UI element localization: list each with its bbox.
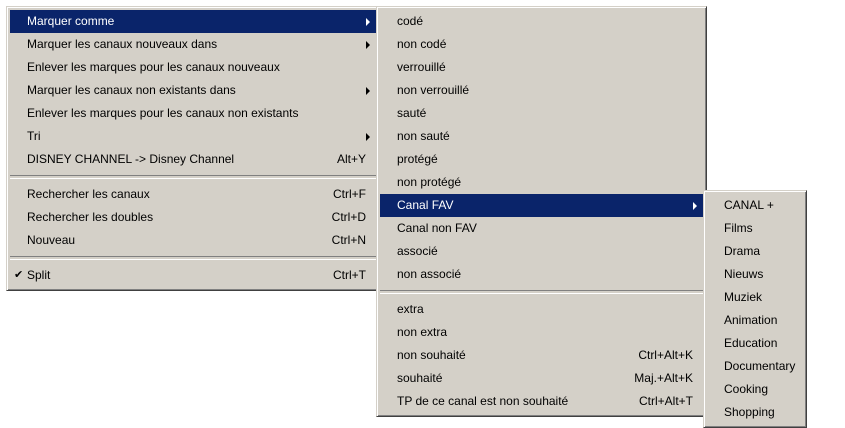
submenu-arrow-icon <box>366 87 370 95</box>
menu-item-label: Split <box>27 268 51 282</box>
submenu-marquer-comme: codé non codé verrouillé non verrouillé … <box>376 6 707 417</box>
menu-item-nouveau[interactable]: Nouveau Ctrl+N <box>10 229 376 252</box>
submenu-canal-fav: CANAL + Films Drama Nieuws Muziek Animat… <box>703 190 807 428</box>
menu-item-non-associe[interactable]: non associé <box>380 263 703 286</box>
submenu-arrow-icon <box>366 41 370 49</box>
menu-item-label: Documentary <box>724 359 796 373</box>
menu-item-fav-drama[interactable]: Drama <box>707 240 803 263</box>
menu-item-fav-films[interactable]: Films <box>707 217 803 240</box>
menu-item-shortcut: Ctrl+Alt+K <box>638 348 693 362</box>
submenu-arrow-icon <box>693 202 697 210</box>
menu-item-label: non protégé <box>397 175 462 189</box>
menu-item-label: Tri <box>27 129 41 143</box>
menu-item-label: Marquer les canaux nouveaux dans <box>27 37 218 51</box>
menu-item-label: Nieuws <box>724 267 764 281</box>
menu-item-marquer-non-existants[interactable]: Marquer les canaux non existants dans <box>10 79 376 102</box>
menu-item-label: Nouveau <box>27 233 76 247</box>
menu-item-canal-fav[interactable]: Canal FAV <box>380 194 703 217</box>
menu-item-shortcut: Ctrl+T <box>333 268 366 282</box>
menu-item-shortcut: Ctrl+Alt+T <box>638 394 693 408</box>
menu-item-fav-nieuws[interactable]: Nieuws <box>707 263 803 286</box>
menu-separator <box>10 256 376 260</box>
menu-item-extra[interactable]: extra <box>380 298 703 321</box>
menu-item-souhaite[interactable]: souhaité Maj.+Alt+K <box>380 367 703 390</box>
menu-item-label: Muziek <box>724 290 763 304</box>
submenu-arrow-icon <box>366 18 370 26</box>
menu-item-label: Rechercher les doubles <box>27 210 154 224</box>
menu-item-label: non extra <box>397 325 448 339</box>
menu-item-associe[interactable]: associé <box>380 240 703 263</box>
menu-item-label: Animation <box>724 313 778 327</box>
menu-item-code[interactable]: codé <box>380 10 703 33</box>
menu-item-shortcut: Alt+Y <box>336 152 366 166</box>
menu-item-label: Cooking <box>724 382 769 396</box>
menu-item-rechercher-doubles[interactable]: Rechercher les doubles Ctrl+D <box>10 206 376 229</box>
menu-item-label: Enlever les marques pour les canaux nouv… <box>27 60 280 74</box>
checkmark-icon: ✔ <box>14 269 24 281</box>
menu-item-non-saute[interactable]: non sauté <box>380 125 703 148</box>
menu-item-label: extra <box>397 302 424 316</box>
context-menu: Marquer comme Marquer les canaux nouveau… <box>6 6 380 291</box>
menu-item-label: Drama <box>724 244 761 258</box>
menu-item-label: verrouillé <box>397 60 446 74</box>
menu-item-protege[interactable]: protégé <box>380 148 703 171</box>
menu-item-label: protégé <box>397 152 438 166</box>
menu-item-marquer-comme[interactable]: Marquer comme <box>10 10 376 33</box>
menu-item-saute[interactable]: sauté <box>380 102 703 125</box>
menu-item-label: DISNEY CHANNEL -> Disney Channel <box>27 152 235 166</box>
menu-item-fav-muziek[interactable]: Muziek <box>707 286 803 309</box>
menu-item-label: Enlever les marques pour les canaux non … <box>27 106 299 120</box>
menu-item-fav-canal-plus[interactable]: CANAL + <box>707 194 803 217</box>
menu-item-label: non sauté <box>397 129 450 143</box>
menu-item-label: Films <box>724 221 753 235</box>
menu-item-label: associé <box>397 244 438 258</box>
menu-item-label: codé <box>397 14 424 28</box>
menu-item-shortcut: Ctrl+F <box>333 187 366 201</box>
menu-item-tri[interactable]: Tri <box>10 125 376 148</box>
menu-item-tp-non-souhaite[interactable]: TP de ce canal est non souhaité Ctrl+Alt… <box>380 390 703 413</box>
menu-item-label: non souhaité <box>397 348 466 362</box>
menu-separator <box>10 175 376 179</box>
menu-item-non-code[interactable]: non codé <box>380 33 703 56</box>
menu-item-fav-animation[interactable]: Animation <box>707 309 803 332</box>
menu-item-label: Shopping <box>724 405 775 419</box>
menu-item-fav-education[interactable]: Education <box>707 332 803 355</box>
menu-item-label: Marquer comme <box>27 14 115 28</box>
menu-item-label: CANAL + <box>724 198 774 212</box>
menu-item-label: non codé <box>397 37 447 51</box>
menu-item-label: souhaité <box>397 371 443 385</box>
menu-item-label: TP de ce canal est non souhaité <box>397 394 569 408</box>
menu-item-label: non associé <box>397 267 462 281</box>
menu-item-shortcut: Ctrl+D <box>331 210 366 224</box>
menu-item-label: Canal FAV <box>397 198 454 212</box>
menu-separator <box>380 290 703 294</box>
menu-item-shortcut: Ctrl+N <box>331 233 366 247</box>
menu-item-split[interactable]: ✔ Split Ctrl+T <box>10 264 376 287</box>
menu-item-non-verrouille[interactable]: non verrouillé <box>380 79 703 102</box>
menu-item-fav-cooking[interactable]: Cooking <box>707 378 803 401</box>
menu-item-disney-channel[interactable]: DISNEY CHANNEL -> Disney Channel Alt+Y <box>10 148 376 171</box>
menu-item-rechercher-canaux[interactable]: Rechercher les canaux Ctrl+F <box>10 183 376 206</box>
menu-item-marquer-nouveaux[interactable]: Marquer les canaux nouveaux dans <box>10 33 376 56</box>
menu-item-label: non verrouillé <box>397 83 470 97</box>
menu-item-label: Marquer les canaux non existants dans <box>27 83 236 97</box>
menu-item-verrouille[interactable]: verrouillé <box>380 56 703 79</box>
menu-item-label: Canal non FAV <box>397 221 477 235</box>
menu-item-non-protege[interactable]: non protégé <box>380 171 703 194</box>
submenu-arrow-icon <box>366 133 370 141</box>
menu-item-enlever-nouveaux[interactable]: Enlever les marques pour les canaux nouv… <box>10 56 376 79</box>
menu-item-canal-non-fav[interactable]: Canal non FAV <box>380 217 703 240</box>
menu-item-non-extra[interactable]: non extra <box>380 321 703 344</box>
menu-item-label: sauté <box>397 106 427 120</box>
menu-item-enlever-non-existants[interactable]: Enlever les marques pour les canaux non … <box>10 102 376 125</box>
menu-item-fav-documentary[interactable]: Documentary <box>707 355 803 378</box>
menu-item-label: Education <box>724 336 778 350</box>
menu-item-label: Rechercher les canaux <box>27 187 150 201</box>
menu-item-non-souhaite[interactable]: non souhaité Ctrl+Alt+K <box>380 344 703 367</box>
menu-item-shortcut: Maj.+Alt+K <box>634 371 693 385</box>
